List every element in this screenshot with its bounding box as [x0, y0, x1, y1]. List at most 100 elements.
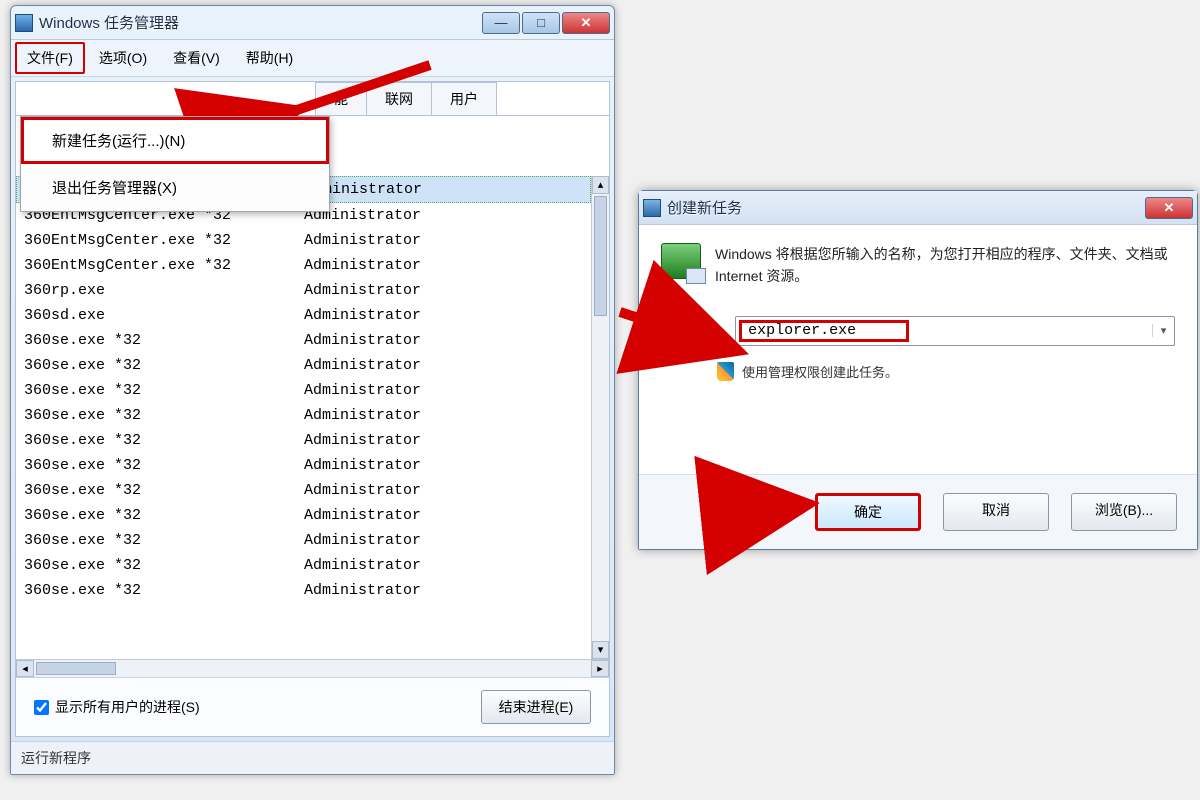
bottom-bar: 显示所有用户的进程(S) 结束进程(E)	[16, 677, 609, 736]
show-all-users-label: 显示所有用户的进程(S)	[55, 697, 200, 717]
cancel-button[interactable]: 取消	[943, 493, 1049, 531]
dialog-titlebar[interactable]: 创建新任务 ✕	[639, 191, 1197, 225]
menu-item-exit[interactable]: 退出任务管理器(X)	[21, 164, 329, 211]
process-name: 360se.exe *32	[24, 382, 304, 399]
process-row[interactable]: 360rp.exeAdministrator	[16, 278, 591, 303]
scroll-left-icon[interactable]: ◂	[16, 660, 34, 677]
process-row[interactable]: 360se.exe *32Administrator	[16, 578, 591, 603]
scroll-down-icon[interactable]: ▾	[592, 641, 609, 659]
process-user: Administrator	[304, 332, 583, 349]
titlebar[interactable]: Windows 任务管理器 — □ ✕	[11, 6, 614, 40]
process-user: Administrator	[305, 181, 582, 198]
show-all-users-checkbox[interactable]: 显示所有用户的进程(S)	[34, 697, 200, 717]
process-name: 360se.exe *32	[24, 332, 304, 349]
process-user: Administrator	[304, 407, 583, 424]
menu-item-new-task[interactable]: 新建任务(运行...)(N)	[21, 117, 329, 164]
process-user: Administrator	[304, 582, 583, 599]
ok-button[interactable]: 确定	[815, 493, 921, 531]
scroll-right-icon[interactable]: ▸	[591, 660, 609, 677]
process-name: 360se.exe *32	[24, 557, 304, 574]
dialog-title: 创建新任务	[667, 197, 1145, 218]
process-user: Administrator	[304, 232, 583, 249]
tab-users[interactable]: 用户	[431, 82, 497, 115]
process-name: 360se.exe *32	[24, 432, 304, 449]
process-user: Administrator	[304, 532, 583, 549]
process-user: Administrator	[304, 507, 583, 524]
process-name: 360EntMsgCenter.exe *32	[24, 257, 304, 274]
process-row[interactable]: 360se.exe *32Administrator	[16, 403, 591, 428]
file-menu-dropdown: 新建任务(运行...)(N) 退出任务管理器(X)	[20, 116, 330, 212]
process-user: Administrator	[304, 282, 583, 299]
process-row[interactable]: 360se.exe *32Administrator	[16, 428, 591, 453]
process-row[interactable]: 360se.exe *32Administrator	[16, 528, 591, 553]
tab-networking[interactable]: 联网	[366, 82, 432, 115]
process-user: Administrator	[304, 382, 583, 399]
chevron-down-icon[interactable]: ▾	[1152, 324, 1174, 337]
dialog-icon	[643, 199, 661, 217]
dialog-description: Windows 将根据您所输入的名称，为您打开相应的程序、文件夹、文档或 Int…	[715, 243, 1175, 288]
dialog-close-button[interactable]: ✕	[1145, 197, 1193, 219]
process-user: Administrator	[304, 257, 583, 274]
process-list-area: 用户名 360EntMsgCenter.exe *32Administrator…	[16, 176, 609, 659]
uac-text: 使用管理权限创建此任务。	[742, 362, 898, 381]
menu-help[interactable]: 帮助(H)	[234, 42, 305, 74]
close-button[interactable]: ✕	[562, 12, 610, 34]
scroll-thumb[interactable]	[594, 196, 607, 316]
process-user: Administrator	[304, 207, 583, 224]
tab-strip: 能 联网 用户	[16, 82, 609, 116]
show-all-users-input[interactable]	[34, 700, 49, 715]
process-user: Administrator	[304, 307, 583, 324]
process-name: 360se.exe *32	[24, 532, 304, 549]
process-name: 360se.exe *32	[24, 407, 304, 424]
process-row[interactable]: 360EntMsgCenter.exe *32Administrator	[16, 228, 591, 253]
scroll-up-icon[interactable]: ▴	[592, 176, 609, 194]
tab-performance-partial[interactable]: 能	[315, 82, 367, 115]
process-name: 360se.exe *32	[24, 482, 304, 499]
create-new-task-dialog: 创建新任务 ✕ Windows 将根据您所输入的名称，为您打开相应的程序、文件夹…	[638, 190, 1198, 550]
process-name: 360EntMsgCenter.exe *32	[24, 232, 304, 249]
process-name: 360se.exe *32	[24, 507, 304, 524]
end-process-button[interactable]: 结束进程(E)	[481, 690, 591, 724]
process-user: Administrator	[304, 357, 583, 374]
open-label: 打开(O):	[661, 321, 725, 341]
window-title: Windows 任务管理器	[39, 12, 482, 33]
app-icon	[15, 14, 33, 32]
task-manager-window: Windows 任务管理器 — □ ✕ 文件(F) 选项(O) 查看(V) 帮助…	[10, 5, 615, 775]
menu-view[interactable]: 查看(V)	[161, 42, 232, 74]
menu-options[interactable]: 选项(O)	[87, 42, 159, 74]
task-manager-body: 能 联网 用户 新建任务(运行...)(N) 退出任务管理器(X) 用户名 36…	[15, 81, 610, 737]
minimize-button[interactable]: —	[482, 12, 520, 34]
process-row[interactable]: 360se.exe *32Administrator	[16, 453, 591, 478]
process-row[interactable]: 360sd.exeAdministrator	[16, 303, 591, 328]
process-name: 360rp.exe	[24, 282, 304, 299]
process-row[interactable]: 360se.exe *32Administrator	[16, 553, 591, 578]
horizontal-scrollbar[interactable]: ◂ ▸	[16, 659, 609, 677]
vertical-scrollbar[interactable]: ▴ ▾	[591, 176, 609, 659]
process-row[interactable]: 360se.exe *32Administrator	[16, 478, 591, 503]
process-row[interactable]: 360se.exe *32Administrator	[16, 328, 591, 353]
browse-button[interactable]: 浏览(B)...	[1071, 493, 1177, 531]
uac-shield-icon	[717, 362, 734, 381]
open-combobox[interactable]: explorer.exe ▾	[735, 316, 1175, 346]
process-user: Administrator	[304, 432, 583, 449]
menubar: 文件(F) 选项(O) 查看(V) 帮助(H)	[11, 40, 614, 77]
dialog-button-row: 确定 取消 浏览(B)...	[639, 474, 1197, 549]
process-name: 360sd.exe	[24, 307, 304, 324]
process-user: Administrator	[304, 557, 583, 574]
statusbar: 运行新程序	[11, 741, 614, 774]
maximize-button[interactable]: □	[522, 12, 560, 34]
process-rows: 360EntMsgCenter.exe *32Administrator360E…	[16, 176, 591, 659]
menu-file[interactable]: 文件(F)	[15, 42, 85, 74]
process-row[interactable]: 360se.exe *32Administrator	[16, 503, 591, 528]
process-name: 360se.exe *32	[24, 582, 304, 599]
process-name: 360se.exe *32	[24, 357, 304, 374]
process-user: Administrator	[304, 482, 583, 499]
process-name: 360se.exe *32	[24, 457, 304, 474]
process-row[interactable]: 360se.exe *32Administrator	[16, 353, 591, 378]
process-user: Administrator	[304, 457, 583, 474]
process-row[interactable]: 360EntMsgCenter.exe *32Administrator	[16, 253, 591, 278]
hscroll-thumb[interactable]	[36, 662, 116, 675]
process-row[interactable]: 360se.exe *32Administrator	[16, 378, 591, 403]
dialog-body: Windows 将根据您所输入的名称，为您打开相应的程序、文件夹、文档或 Int…	[639, 225, 1197, 474]
open-input-value[interactable]: explorer.exe	[739, 320, 909, 342]
